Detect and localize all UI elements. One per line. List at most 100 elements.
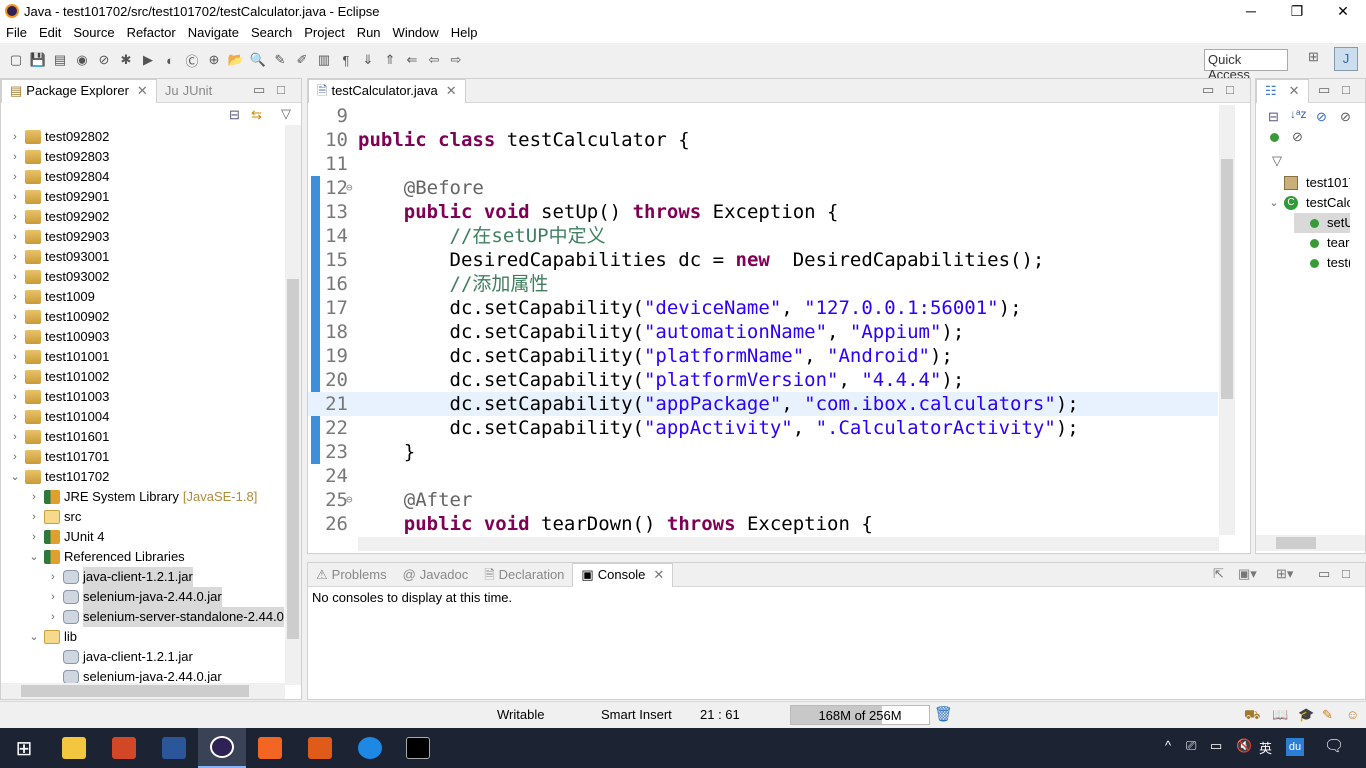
chevron-right-icon[interactable]: › [9, 447, 21, 467]
outline-item[interactable]: test( [1294, 253, 1350, 273]
menu-project[interactable]: Project [298, 25, 350, 40]
cmd-button[interactable] [394, 728, 442, 768]
maximize-button[interactable]: ❐ [1274, 0, 1320, 22]
tree-item[interactable]: › test100903 [9, 327, 109, 347]
minimize-view-icon[interactable]: ▭ [1202, 82, 1214, 98]
new-package-icon[interactable]: ⊕ [204, 50, 224, 70]
block-select-icon[interactable]: ▥ [314, 50, 334, 70]
debug-skip-icon[interactable]: ⊘ [94, 50, 114, 70]
tree-item[interactable]: › test093002 [9, 267, 109, 287]
tree-item[interactable]: ⌄ test101702 [9, 467, 109, 487]
collapse-all-icon[interactable]: ⊟ [1268, 109, 1279, 125]
minimize-view-icon[interactable]: ▭ [1318, 566, 1330, 582]
outline-item[interactable]: tear [1294, 233, 1349, 253]
code-editor[interactable]: 9 10 public class testCalculator {11 12 @Be… [308, 104, 1218, 538]
java-perspective-icon[interactable]: J [1334, 47, 1358, 71]
display-console-icon[interactable]: ▣▾ [1238, 566, 1257, 582]
word-button[interactable] [150, 728, 198, 768]
maximize-view-icon[interactable]: □ [1342, 566, 1350, 581]
chevron-right-icon[interactable]: › [9, 327, 21, 347]
hide-fields-icon[interactable]: ⊘ [1316, 109, 1327, 125]
book-icon[interactable]: 📖 [1272, 707, 1288, 723]
chevron-right-icon[interactable]: › [9, 187, 21, 207]
tree-item[interactable]: › selenium-java-2.44.0.jar [47, 587, 222, 607]
horizontal-scrollbar[interactable] [1, 683, 285, 699]
chevron-right-icon[interactable]: › [9, 147, 21, 167]
chevron-down-icon[interactable]: ⌄ [1268, 193, 1280, 213]
tutorial-icon[interactable]: 🎓 [1298, 707, 1314, 723]
chevron-right-icon[interactable]: › [9, 207, 21, 227]
maximize-view-icon[interactable]: □ [1226, 82, 1234, 97]
powerpoint-button[interactable] [100, 728, 148, 768]
edge-button[interactable] [346, 728, 394, 768]
chevron-right-icon[interactable]: › [28, 527, 40, 547]
tab-problems[interactable]: ⚠ Problems [308, 563, 395, 587]
chevron-down-icon[interactable]: ⌄ [9, 467, 21, 487]
next-annotation-icon[interactable]: ⇓ [358, 50, 378, 70]
hide-local-types-icon[interactable]: ⊘ [1292, 129, 1303, 145]
coverage-icon[interactable]: ◐ [160, 50, 180, 70]
open-type-icon[interactable]: 📂 [226, 50, 246, 70]
chevron-right-icon[interactable]: › [28, 487, 40, 507]
menu-window[interactable]: Window [387, 25, 445, 40]
hide-nonpublic-icon[interactable] [1270, 133, 1279, 142]
network-icon[interactable]: ⎚ [1186, 738, 1196, 754]
highlight-icon[interactable]: ✐ [292, 50, 312, 70]
chevron-right-icon[interactable]: › [9, 347, 21, 367]
tree-item[interactable]: › test101004 [9, 407, 109, 427]
tree-item[interactable]: › test092901 [9, 187, 109, 207]
tree-item[interactable]: › test093001 [9, 247, 109, 267]
tab-outline[interactable]: ☷ ✕ [1256, 78, 1309, 103]
chevron-right-icon[interactable]: › [9, 227, 21, 247]
search-icon[interactable]: 🔍 [248, 50, 268, 70]
tab-testcalculator-java[interactable]: 🗎 testCalculator.java ✕ [308, 78, 466, 103]
tree-item[interactable]: › selenium-server-standalone-2.44.0 [47, 607, 284, 627]
tree-item[interactable]: › test101601 [9, 427, 109, 447]
chevron-down-icon[interactable]: ⌄ [28, 627, 40, 647]
tree-item[interactable]: › java-client-1.2.1.jar [47, 567, 193, 587]
tree-item[interactable]: › test101002 [9, 367, 109, 387]
run-icon[interactable]: ▶ [138, 50, 158, 70]
tree-item[interactable]: › test092802 [9, 127, 109, 147]
tree-item[interactable]: › test092902 [9, 207, 109, 227]
menu-help[interactable]: Help [445, 25, 484, 40]
new-java-class-icon[interactable]: Ⓒ [182, 50, 202, 70]
menu-search[interactable]: Search [245, 25, 298, 40]
prev-annotation-icon[interactable]: ⇑ [380, 50, 400, 70]
outline-item[interactable]: test1017 [1268, 173, 1350, 193]
minimize-view-icon[interactable]: ▭ [1318, 82, 1330, 98]
forward-icon[interactable]: ⇨ [446, 50, 466, 70]
ime-indicator[interactable]: 英 [1259, 738, 1272, 757]
outline-horizontal-scrollbar[interactable] [1256, 535, 1365, 551]
tab-javadoc[interactable]: @ Javadoc [395, 563, 477, 587]
volume-icon[interactable]: 🔇 [1236, 738, 1252, 754]
tab-declaration[interactable]: 🗎 Declaration [476, 563, 572, 587]
tree-item[interactable]: java-client-1.2.1.jar [47, 647, 193, 667]
menu-source[interactable]: Source [67, 25, 120, 40]
quick-access-input[interactable]: Quick Access [1204, 49, 1288, 82]
outline-item[interactable]: setU [1294, 213, 1350, 233]
tree-item[interactable]: › test092803 [9, 147, 109, 167]
tree-item[interactable]: › test092903 [9, 227, 109, 247]
new-icon[interactable]: ▢ [6, 50, 26, 70]
sort-icon[interactable]: ↓ᵃz [1290, 107, 1306, 121]
show-hidden-icons[interactable]: ^ [1165, 738, 1171, 753]
file-explorer-button[interactable] [50, 728, 98, 768]
chevron-right-icon[interactable]: › [9, 287, 21, 307]
heap-status[interactable]: 168M of 256M [790, 705, 930, 725]
tree-item[interactable]: ⌄ lib [28, 627, 77, 647]
chevron-right-icon[interactable]: › [9, 167, 21, 187]
chevron-right-icon[interactable]: › [9, 407, 21, 427]
maximize-view-icon[interactable]: □ [1342, 82, 1350, 97]
close-tab-icon[interactable]: ✕ [1289, 79, 1300, 103]
eclipse-taskbar-button[interactable] [198, 728, 246, 768]
tree-item[interactable]: › JRE System Library [JavaSE-1.8] [28, 487, 257, 507]
chevron-down-icon[interactable]: ⌄ [28, 547, 40, 567]
view-menu-icon[interactable]: ▽ [1272, 153, 1282, 169]
fold-icon[interactable]: ⊖ [346, 176, 353, 200]
monitor-icon[interactable]: ▭ [1210, 738, 1222, 754]
outline-item[interactable]: ⌄ CtestCalcu [1268, 193, 1350, 213]
debug-icon[interactable]: ✱ [116, 50, 136, 70]
welcome-icon[interactable]: ☺ [1346, 707, 1359, 722]
pin-console-icon[interactable]: ⇱ [1213, 566, 1224, 582]
